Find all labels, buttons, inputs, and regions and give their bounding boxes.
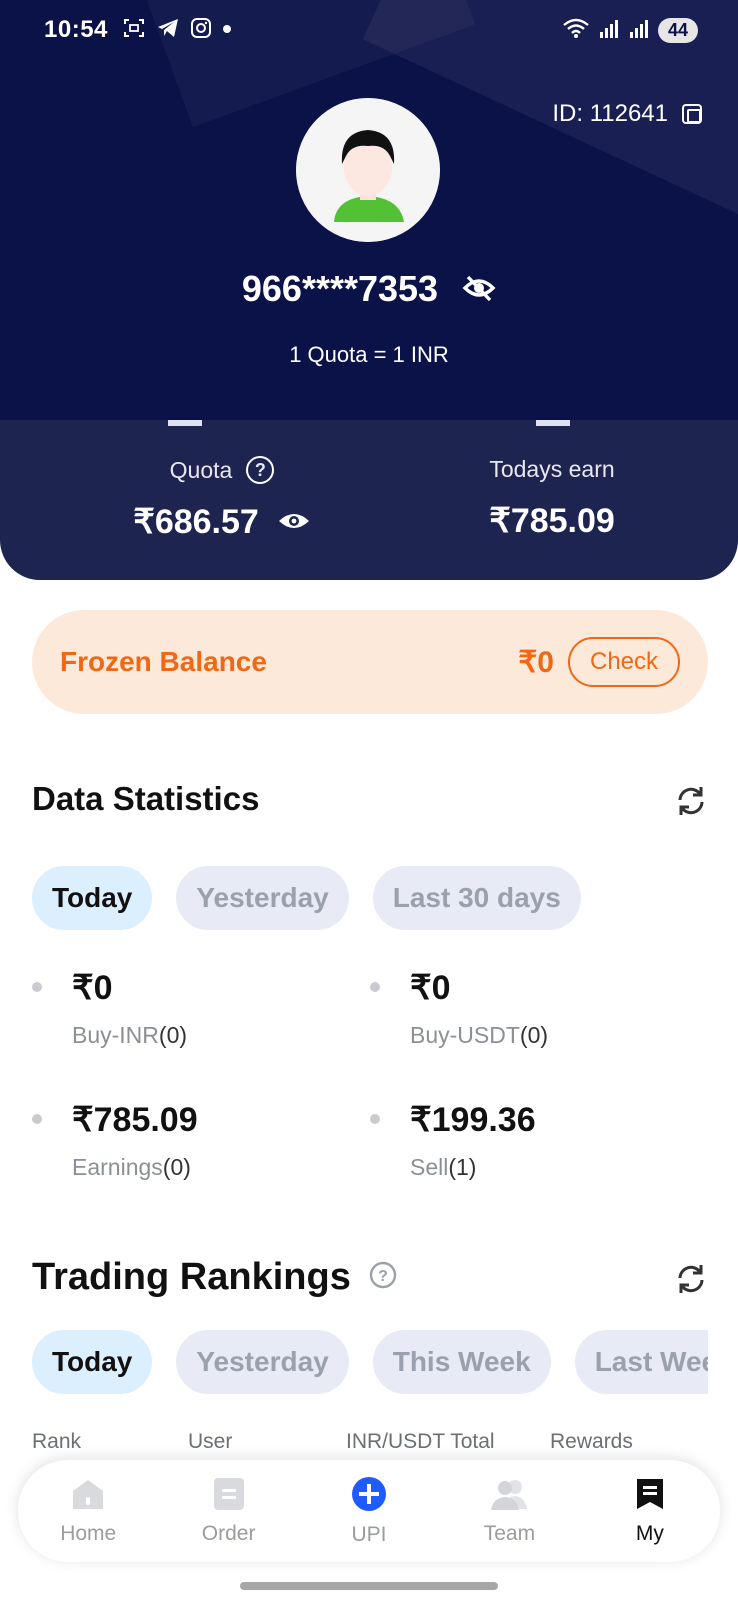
status-notification-icons: [122, 16, 232, 45]
metric-value: ₹0: [410, 969, 451, 1007]
tab-last-30-days[interactable]: Last 30 days: [372, 866, 581, 930]
metric-count: (0): [158, 1022, 188, 1048]
avatar[interactable]: [296, 98, 440, 242]
tab-yesterday[interactable]: Yesterday: [176, 1330, 349, 1394]
metric-value: ₹785.09: [72, 1101, 198, 1139]
status-bar: 10:54 44: [44, 14, 698, 46]
refresh-icon[interactable]: [674, 784, 708, 818]
column-total: INR/USDT Total: [346, 1430, 495, 1453]
status-time: 10:54: [44, 16, 108, 43]
telegram-icon: [156, 17, 180, 44]
nav-label: My: [635, 1521, 664, 1545]
nav-label: Home: [60, 1521, 117, 1545]
masked-phone-row: 966****7353: [0, 268, 738, 312]
help-icon[interactable]: ?: [369, 1256, 397, 1299]
wifi-icon: [562, 17, 590, 44]
quota-stat: Quota ? ₹686.57: [72, 456, 372, 542]
today-earn-label: Todays earn: [489, 456, 615, 482]
column-rank: Rank: [32, 1430, 82, 1453]
bottom-navigation: Home Order UPI Team My: [18, 1460, 720, 1562]
today-earn-value: ₹785.09: [489, 502, 615, 540]
metric-label: Buy-INR: [72, 1022, 159, 1048]
more-notifications-dot: [222, 21, 232, 39]
metric-value: ₹199.36: [410, 1101, 536, 1139]
quota-value: ₹686.57: [133, 503, 259, 541]
quota-label: Quota: [169, 456, 233, 483]
metric-earnings: ₹785.09 Earnings(0): [32, 1100, 352, 1181]
copy-icon[interactable]: [682, 104, 702, 124]
eye-icon[interactable]: [277, 503, 311, 542]
signal-icon: [598, 18, 620, 43]
tab-last-week[interactable]: Last Week: [574, 1330, 708, 1394]
user-id-row: ID: 112641: [552, 100, 702, 128]
column-rewards: Rewards: [550, 1430, 633, 1453]
order-icon: [213, 1477, 245, 1516]
tab-today[interactable]: Today: [32, 1330, 153, 1394]
team-icon: [489, 1477, 529, 1516]
user-id: ID: 112641: [552, 100, 668, 127]
nav-label: UPI: [351, 1522, 387, 1546]
metric-count: (1): [448, 1154, 477, 1180]
frozen-balance-amount: ₹0: [518, 645, 554, 679]
today-earn-stat: Todays earn ₹785.09: [402, 456, 702, 541]
nav-item-team[interactable]: Team: [439, 1460, 579, 1562]
tab-yesterday[interactable]: Yesterday: [176, 866, 349, 930]
card-tab-marker: [536, 420, 570, 426]
home-icon: [70, 1477, 106, 1516]
nav-item-my[interactable]: My: [580, 1460, 720, 1562]
trading-rankings-tabs: Today Yesterday This Week Last Week: [32, 1330, 708, 1394]
gesture-bar[interactable]: [240, 1582, 498, 1590]
balance-card: Quota ? ₹686.57 Todays earn ₹785.09: [0, 420, 738, 580]
rankings-tabs-viewport: Today Yesterday This Week Last Week: [0, 1330, 708, 1400]
help-icon[interactable]: ?: [246, 456, 275, 484]
data-statistics-title: Data Statistics: [32, 780, 259, 818]
section-title-text: Data Statistics: [32, 780, 260, 817]
trading-rankings-title: Trading Rankings ?: [32, 1256, 397, 1299]
bookmark-icon: [635, 1477, 665, 1516]
nav-item-upi[interactable]: UPI: [299, 1460, 439, 1562]
refresh-icon[interactable]: [674, 1262, 708, 1296]
tab-today[interactable]: Today: [32, 866, 153, 930]
column-user: User: [188, 1430, 233, 1453]
plus-circle-icon: [351, 1476, 387, 1517]
metric-sell: ₹199.36 Sell(1): [370, 1100, 690, 1181]
screenshot-icon: [122, 16, 146, 45]
nav-item-home[interactable]: Home: [18, 1460, 158, 1562]
card-tab-marker: [168, 420, 202, 426]
frozen-balance-title: Frozen Balance: [60, 646, 267, 677]
metric-count: (0): [162, 1154, 191, 1180]
nav-label: Team: [483, 1521, 536, 1545]
nav-item-order[interactable]: Order: [158, 1460, 298, 1562]
battery-indicator: 44: [657, 17, 698, 43]
tab-this-week[interactable]: This Week: [372, 1330, 551, 1394]
metric-buy-usdt: ₹0 Buy-USDT(0): [370, 968, 690, 1049]
status-system-icons: 44: [562, 17, 698, 44]
svg-text:?: ?: [378, 1268, 388, 1285]
metric-value: ₹0: [72, 969, 113, 1007]
eye-off-icon[interactable]: [462, 270, 496, 312]
section-title-text: Trading Rankings: [32, 1256, 351, 1298]
metric-label: Sell: [410, 1154, 449, 1180]
quota-rate: 1 Quota = 1 INR: [289, 342, 449, 367]
check-button[interactable]: Check: [568, 637, 680, 687]
instagram-icon: [190, 17, 212, 44]
nav-label: Order: [201, 1521, 256, 1545]
metric-label: Earnings: [72, 1154, 163, 1180]
profile-header: 10:54 44 ID: 112641 966****7353 1 Quota …: [0, 0, 738, 420]
metric-buy-inr: ₹0 Buy-INR(0): [32, 968, 352, 1049]
metric-label: Buy-USDT: [410, 1022, 520, 1048]
frozen-balance-bar: Frozen Balance ₹0 Check: [32, 610, 708, 714]
masked-phone: 966****7353: [241, 268, 439, 309]
data-statistics-tabs: Today Yesterday Last 30 days: [32, 866, 581, 930]
signal-icon: [628, 18, 650, 43]
metric-count: (0): [519, 1022, 549, 1048]
